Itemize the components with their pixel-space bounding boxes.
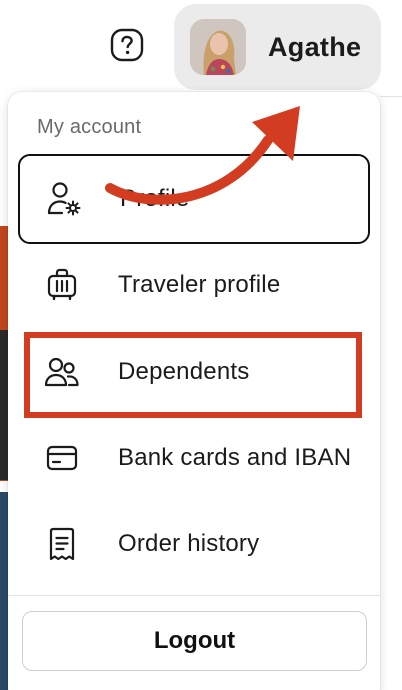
menu-item-traveler-profile[interactable]: Traveler profile bbox=[18, 240, 370, 330]
receipt-icon bbox=[42, 524, 82, 564]
menu-item-dependents[interactable]: Dependents bbox=[18, 327, 370, 417]
avatar-photo bbox=[190, 19, 246, 75]
screen: Agathe My account Profile Traveler profi… bbox=[0, 0, 402, 690]
menu-item-bank-cards[interactable]: Bank cards and IBAN bbox=[18, 413, 370, 503]
luggage-icon bbox=[42, 265, 82, 305]
header-divider bbox=[380, 96, 402, 97]
menu-heading: My account bbox=[37, 116, 142, 138]
user-gear-icon bbox=[44, 179, 84, 219]
menu-item-order-history[interactable]: Order history bbox=[18, 499, 370, 589]
avatar bbox=[190, 19, 246, 75]
people-icon bbox=[42, 352, 82, 392]
menu-item-label: Dependents bbox=[118, 358, 250, 385]
account-dropdown-menu: My account Profile Traveler profile Depe… bbox=[8, 92, 380, 690]
menu-divider bbox=[8, 595, 380, 596]
help-button[interactable] bbox=[110, 28, 144, 62]
menu-item-label: Traveler profile bbox=[118, 271, 281, 298]
question-circle-icon bbox=[110, 28, 144, 62]
user-name: Agathe bbox=[268, 31, 362, 62]
user-menu-button[interactable]: Agathe bbox=[174, 4, 381, 90]
menu-item-profile[interactable]: Profile bbox=[18, 154, 370, 244]
menu-item-label: Order history bbox=[118, 530, 260, 557]
logout-button[interactable]: Logout bbox=[22, 611, 367, 671]
menu-item-label: Bank cards and IBAN bbox=[118, 444, 352, 471]
menu-item-label: Profile bbox=[120, 185, 190, 212]
credit-card-icon bbox=[42, 438, 82, 478]
